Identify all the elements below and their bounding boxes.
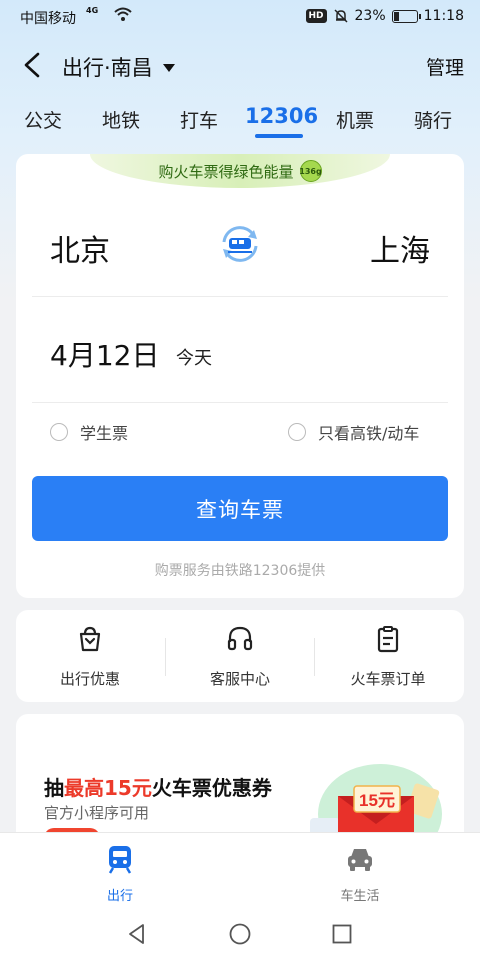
service-label: 火车票订单 xyxy=(350,670,426,688)
battery-fill xyxy=(393,11,399,21)
tab-bus[interactable]: 公交 xyxy=(24,106,62,133)
carrier-name: 中国移动 xyxy=(20,11,76,27)
train-icon xyxy=(108,846,132,874)
battery-percent: 23% xyxy=(354,8,386,24)
promo-card[interactable]: 抽最高15元火车票优惠券 官方小程序可用 15元 xyxy=(16,714,464,844)
clipboard-icon xyxy=(377,626,399,653)
tab-metro[interactable]: 地铁 xyxy=(102,106,140,133)
nav-travel[interactable]: 出行 xyxy=(60,843,180,904)
provider-note: 购票服务由铁路12306提供 xyxy=(154,563,326,579)
coupon-value: 15元 xyxy=(359,791,395,810)
transport-tabs: 公交 地铁 打车 12306 机票 骑行 xyxy=(0,100,480,140)
promo-title-prefix: 抽 xyxy=(44,776,64,800)
header: 出行·南昌 管理 xyxy=(0,40,480,90)
nav-car-life[interactable]: 车生活 xyxy=(300,843,420,904)
service-label: 客服中心 xyxy=(209,670,270,688)
status-bar: 中国移动 4G HD 23% 11:18 xyxy=(0,0,480,34)
query-tickets-button[interactable]: 查询车票 xyxy=(32,476,448,541)
to-station[interactable]: 上海 xyxy=(370,226,430,270)
car-icon xyxy=(348,849,372,871)
gift-bag-icon xyxy=(79,626,101,652)
divider xyxy=(32,296,448,297)
active-tab-indicator xyxy=(255,134,303,138)
service-train-orders[interactable]: 火车票订单 xyxy=(318,624,458,689)
date-today-hint: 今天 xyxy=(176,348,212,369)
network-type: 4G xyxy=(86,6,99,15)
nav-label: 车生活 xyxy=(340,889,380,904)
system-home-icon[interactable] xyxy=(228,922,252,946)
system-back-icon[interactable] xyxy=(125,922,149,946)
back-arrow-icon[interactable] xyxy=(18,48,48,82)
system-recents-icon[interactable] xyxy=(330,922,354,946)
city-selector[interactable]: 出行·南昌 xyxy=(62,52,175,82)
services-card: 出行优惠 客服中心 火车票订单 xyxy=(16,610,464,702)
student-radio[interactable] xyxy=(50,423,68,441)
tab-bike[interactable]: 骑行 xyxy=(414,106,452,133)
tab-12306[interactable]: 12306 xyxy=(245,104,318,128)
highspeed-only-option[interactable]: 只看高铁/动车 xyxy=(288,420,419,444)
system-nav-bar xyxy=(0,910,480,960)
tab-flight[interactable]: 机票 xyxy=(336,106,374,133)
headset-icon xyxy=(227,626,253,651)
manage-button[interactable]: 管理 xyxy=(426,53,464,80)
energy-badge: 136g xyxy=(299,160,322,182)
ticket-booking-card: 购火车票得绿色能量 136g 北京 上海 4月12日 今天 学生票 只看高铁/动… xyxy=(16,154,464,598)
bottom-nav: 出行 车生活 xyxy=(0,832,480,910)
page-title: 出行·南昌 xyxy=(62,56,153,80)
promo-subtitle: 官方小程序可用 xyxy=(44,804,150,822)
nav-label: 出行 xyxy=(106,889,133,904)
tab-taxi[interactable]: 打车 xyxy=(180,106,218,133)
departure-date[interactable]: 4月12日 xyxy=(50,334,159,374)
promo-title: 抽最高15元火车票优惠券 xyxy=(44,772,272,801)
promo-title-suffix: 火车票优惠券 xyxy=(151,776,272,800)
from-station[interactable]: 北京 xyxy=(50,226,110,270)
mute-bell-icon xyxy=(333,9,348,23)
service-travel-deals[interactable]: 出行优惠 xyxy=(20,624,160,689)
highspeed-only-label: 只看高铁/动车 xyxy=(318,424,420,443)
dropdown-caret-icon xyxy=(162,64,175,72)
student-ticket-label: 学生票 xyxy=(80,424,129,443)
wifi-icon xyxy=(114,7,132,21)
divider xyxy=(165,638,166,676)
swap-stations-icon[interactable] xyxy=(216,220,264,268)
coupon-envelope-illustration: 15元 xyxy=(310,764,442,844)
service-label: 出行优惠 xyxy=(59,670,120,688)
divider xyxy=(314,638,315,676)
promo-title-highlight: 最高15元 xyxy=(64,776,152,800)
green-energy-banner[interactable]: 购火车票得绿色能量 136g xyxy=(90,154,390,188)
highspeed-radio[interactable] xyxy=(288,423,306,441)
divider xyxy=(32,402,448,403)
hd-icon: HD xyxy=(305,9,327,23)
battery-icon xyxy=(391,9,421,23)
clock: 11:18 xyxy=(423,8,464,24)
service-customer-center[interactable]: 客服中心 xyxy=(170,624,310,689)
green-energy-text: 购火车票得绿色能量 xyxy=(158,162,294,181)
student-ticket-option[interactable]: 学生票 xyxy=(50,420,128,444)
